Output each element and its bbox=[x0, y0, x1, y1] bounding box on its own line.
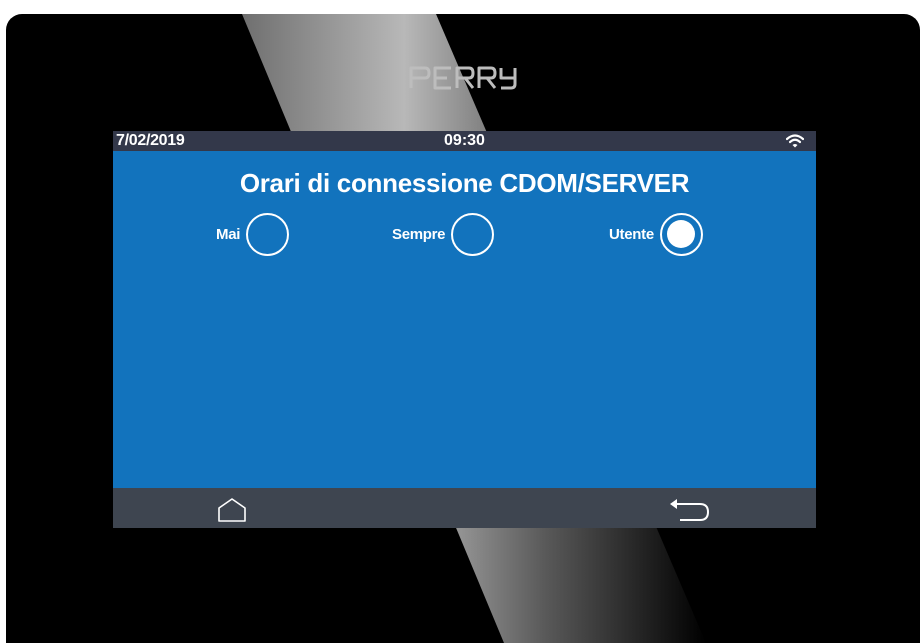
brand-logo bbox=[6, 64, 920, 90]
option-sempre-label: Sempre bbox=[392, 225, 446, 243]
option-mai-radio[interactable] bbox=[246, 212, 290, 256]
status-bar: 7/02/2019 09:30 bbox=[113, 131, 816, 151]
option-sempre-radio[interactable] bbox=[451, 212, 495, 256]
navigation-bar bbox=[113, 488, 816, 528]
status-time: 09:30 bbox=[444, 132, 485, 149]
option-utente-radio[interactable] bbox=[659, 212, 703, 256]
home-icon[interactable] bbox=[217, 497, 247, 523]
back-arrow-icon[interactable] bbox=[668, 497, 712, 523]
wifi-icon bbox=[786, 134, 804, 148]
connection-mode-options: Mai Sempre Utente bbox=[113, 209, 816, 259]
option-sempre[interactable]: Sempre bbox=[392, 209, 495, 259]
option-mai-label: Mai bbox=[216, 225, 241, 243]
option-utente-label: Utente bbox=[609, 225, 654, 243]
perry-logo-icon bbox=[409, 66, 517, 90]
thermostat-device: 7/02/2019 09:30 Orari di connessione CDO… bbox=[6, 14, 920, 643]
touch-screen: 7/02/2019 09:30 Orari di connessione CDO… bbox=[113, 131, 816, 528]
option-utente[interactable]: Utente bbox=[609, 209, 703, 259]
page-title: Orari di connessione CDOM/SERVER bbox=[239, 168, 690, 198]
option-mai[interactable]: Mai bbox=[216, 209, 290, 259]
